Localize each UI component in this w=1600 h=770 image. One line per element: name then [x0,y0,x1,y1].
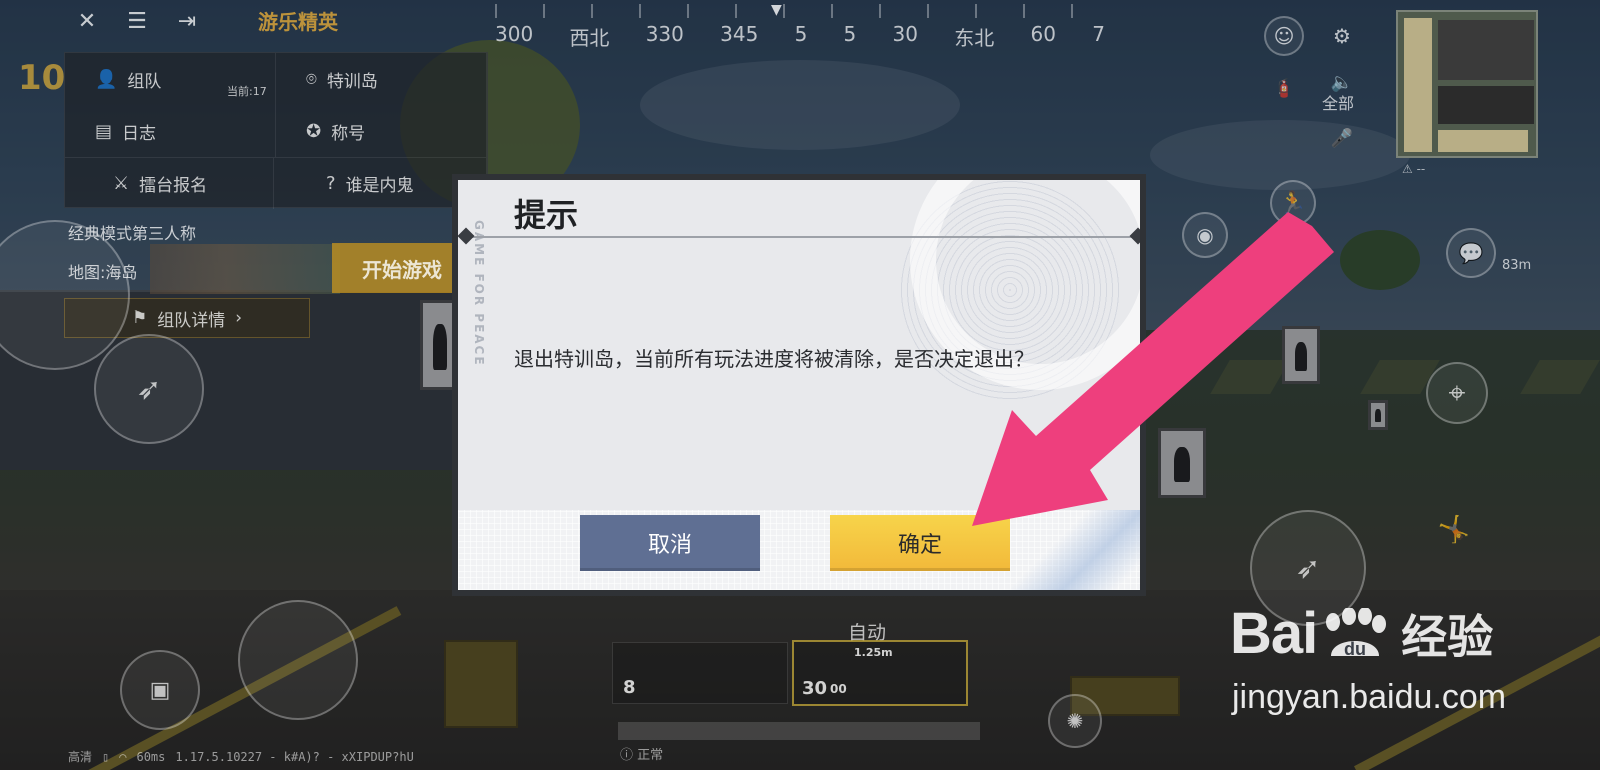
peek-eye-button[interactable]: ◉ [1182,212,1228,258]
weapon-slot-1[interactable]: 8 [612,642,788,704]
emote-button[interactable]: ☺ [1264,16,1304,56]
chat-button[interactable]: 💬 [1446,228,1496,278]
health-bar [618,722,980,740]
fire-button-left[interactable]: ➶ [94,334,204,444]
watermark-brand: Bai [1230,601,1318,666]
exit-icon[interactable]: ⇥ [170,4,204,38]
title-label: 称号 [331,123,366,144]
map-thumbnail [150,244,340,294]
scope-label: 1.25m [854,646,893,659]
training-island-sub: 当前:17 [227,85,267,98]
compass-label: 西北 [569,26,610,50]
compass-label: 7 [1092,22,1105,46]
compass-pointer-icon: ▼ [771,2,782,18]
game-title: 游乐精英 [258,10,338,34]
team-detail-label: 组队详情 [157,310,226,331]
crossed-swords-icon: ⚔ [113,173,130,194]
watermark-du: du [1344,639,1366,659]
menu-row: 👤 组队 ⌾ 特训岛 [65,53,487,105]
paw-icon: du [1319,606,1391,660]
team-label: 组队 [127,71,162,92]
minimap-distance: ⚠ -- [1402,162,1426,176]
compass-label: 345 [720,22,759,46]
log-label: 日志 [122,123,157,144]
compass-label: 30 [892,22,918,46]
minimap-building [1438,86,1534,124]
scope-crosshair-button[interactable]: ⌖ [1426,362,1488,424]
sprint-button[interactable]: 🏃 [1270,180,1316,226]
grenade-button[interactable]: ✺ [1048,694,1102,748]
stance-value: 正常 [637,748,664,763]
title-button[interactable]: ✪ 称号 [276,105,487,157]
compass-labels: 300 西北 330 345 5 5 30 东北 60 7 [495,22,1105,51]
quality-label: 高清 [68,750,93,764]
dialog-body: GAME FOR PEACE 提示 退出特训岛，当前所有玩法进度将被清除，是否决… [458,180,1140,590]
start-game-button[interactable]: 开始游戏 [332,243,472,293]
confirm-dialog: GAME FOR PEACE 提示 退出特训岛，当前所有玩法进度将被清除，是否决… [452,174,1146,596]
baidu-jingyan-logo: Bai du 经验 [1230,600,1493,667]
kill-count: 10 [18,58,66,98]
log-icon: ▤ [95,120,113,142]
dialog-message: 退出特训岛，当前所有玩法进度将被清除，是否决定退出？ [514,347,1034,371]
cancel-button[interactable]: 取消 [580,515,760,571]
arena-signup-label: 擂台报名 [139,176,208,196]
dialog-title: 提示 [514,196,579,234]
weapon-slot-2[interactable]: 30 00 1.25m [792,640,968,706]
minimap-building [1438,20,1534,80]
slot1-ammo: 8 [623,677,636,698]
team-icon: 👤 [95,68,118,90]
ping-label: 60ms [136,749,166,764]
slot2-reserve: 00 [830,682,847,696]
settings-button[interactable]: ⚙ [1322,16,1362,56]
watermark-brand-cn: 经验 [1401,609,1494,664]
dialog-watermark: GAME FOR PEACE [472,220,486,367]
training-menu: 👤 组队 ⌾ 特训岛 当前:17 ▤ 日志 ✪ 称号 ⚔ 擂台报名 ? 谁是内鬼 [64,52,488,209]
training-island-button[interactable]: ⌾ 特训岛 [276,53,487,105]
distance-label: 83m [1502,258,1532,273]
close-icon[interactable]: ✕ [70,4,104,38]
version-label: 1.17.5.10227 - k#A)? - xXIPDUP?hU [175,749,414,764]
compass-label: 330 [645,22,684,46]
minimap-zone [1404,18,1432,152]
settings-sliders-icon[interactable]: ☰ [120,4,154,38]
confirm-button[interactable]: 确定 [830,515,1010,571]
compass-label: 5 [794,22,808,46]
menu-row: ▤ 日志 ✪ 称号 [65,105,487,157]
training-island-label: 特训岛 [326,71,378,92]
compass-label: 东北 [954,26,995,50]
minimap[interactable] [1396,10,1538,158]
mic-button[interactable]: 🎤 [1324,120,1360,156]
medal-icon: ✪ [306,120,322,142]
chevron-right-icon: › [235,308,243,328]
arena-signup-button[interactable]: ⚔ 擂台报名 [65,158,274,209]
who-is-spy-label: 谁是内鬼 [345,176,414,196]
backpack-button[interactable]: ▣ [120,650,200,730]
compass-label: 300 [495,22,534,46]
crouch-jump-button[interactable]: 🤸 [1424,500,1484,560]
minimap-zone [1438,130,1528,152]
menu-row: ⚔ 擂台报名 ? 谁是内鬼 [65,157,487,209]
watermark-url: jingyan.baidu.com [1232,678,1507,716]
top-toolbar: ✕ ☰ ⇥ [70,4,204,38]
wifi-icon: ◠ [119,749,127,764]
compass-label: 5 [843,22,857,46]
flag-icon: ⚑ [131,308,148,328]
status-bar: 高清 ▯ ◠ 60ms 1.17.5.10227 - k#A)? - xXIPD… [68,748,414,765]
extinguisher-button[interactable]: 🧯 [1264,68,1304,108]
battery-icon: ▯ [102,749,110,764]
location-icon: ⌾ [306,68,317,90]
minimap-distance-value: -- [1416,162,1426,176]
movement-joystick[interactable] [238,600,358,720]
compass: ▼ 300 西北 330 345 5 5 30 东北 60 7 [495,0,1105,50]
voice-all-label: 全部 [1322,94,1355,113]
stance-label: ⓘ 正常 [620,748,664,763]
log-button[interactable]: ▤ 日志 [65,105,276,157]
compass-label: 60 [1030,22,1056,46]
dialog-divider [468,236,1136,238]
compass-ticks [495,4,1105,18]
slot2-ammo: 30 [802,678,828,699]
question-icon: ? [326,173,336,194]
